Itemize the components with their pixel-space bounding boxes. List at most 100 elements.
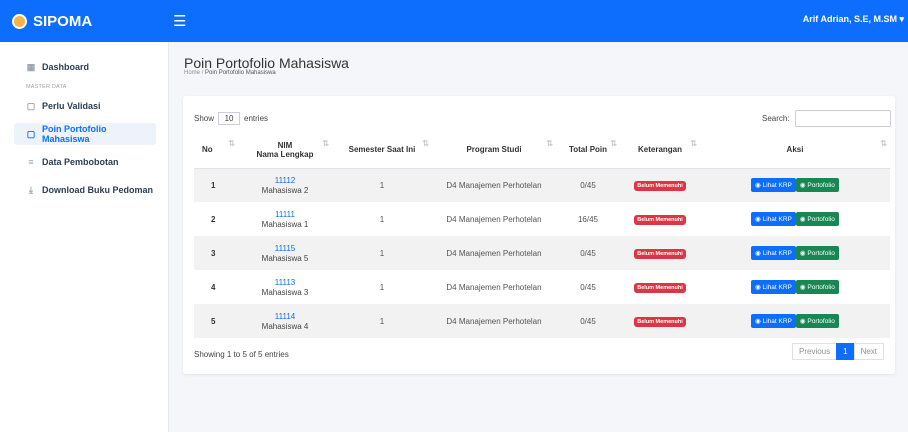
- sort-icon: ⇅: [546, 139, 553, 148]
- eye-icon: ◉: [755, 250, 763, 257]
- status-badge: Belum Memenuhi: [634, 180, 686, 191]
- cell-aksi: ◉ Lihat KRP ◉ Portofolio: [700, 236, 890, 270]
- entries-length-control: Show 10 entries: [194, 112, 268, 125]
- nim-link[interactable]: 11115: [238, 244, 332, 253]
- cell-semester: 1: [379, 282, 385, 292]
- cell-total: 0/45: [556, 168, 620, 202]
- sidebar-item-download-pedoman[interactable]: ⤓ Download Buku Pedoman: [14, 179, 156, 201]
- portofolio-button[interactable]: ◉ Portofolio: [795, 246, 839, 260]
- show-label: Show: [194, 114, 215, 123]
- next-button[interactable]: Next: [853, 343, 885, 360]
- nim-link[interactable]: 11112: [238, 176, 332, 185]
- sidebar-item-label: Perlu Validasi: [42, 101, 101, 111]
- sidebar-item-label: Poin Portofolio Mahasiswa: [41, 124, 107, 144]
- lihat-krp-button[interactable]: ◉ Lihat KRP: [751, 178, 796, 193]
- sidebar-item-data-pembobotan[interactable]: ≡ Data Pembobotan: [14, 151, 156, 173]
- cell-keterangan: Belum Memenuhi: [620, 236, 700, 270]
- col-header-prodi[interactable]: Program Studi ⇅: [432, 132, 556, 169]
- cell-nim-nama: 11115 Mahasiswa 5: [238, 236, 332, 270]
- portofolio-button[interactable]: ◉ Portofolio: [795, 314, 839, 328]
- cell-total: 0/45: [556, 304, 620, 338]
- cell-nim-nama: 11114 Mahasiswa 4: [238, 304, 332, 338]
- table-card: Show 10 entries Search: No ⇅ NIM Nama Leng…: [183, 96, 895, 374]
- col-header-no[interactable]: No ⇅: [194, 132, 238, 169]
- eye-icon: ◉: [755, 182, 763, 190]
- search-input[interactable]: [794, 110, 891, 127]
- eye-icon: ◉: [755, 318, 763, 325]
- main-content: Poin Portofolio Mahasiswa Home / Poin Po…: [169, 42, 908, 432]
- table-info: Showing 1 to 5 of 5 entries: [194, 350, 289, 359]
- portofolio-button[interactable]: ◉ Portofolio: [795, 212, 839, 226]
- status-badge: Belum Memenuhi: [634, 282, 686, 293]
- col-header-nama: Nama Lengkap: [256, 149, 314, 159]
- brand-logo-icon: [12, 13, 27, 29]
- sort-icon: ⇅: [322, 139, 329, 148]
- col-header-nim: NIM: [277, 140, 293, 150]
- cell-no: 4: [211, 282, 216, 292]
- nim-link[interactable]: 11111: [238, 210, 332, 219]
- status-badge: Belum Memenuhi: [634, 214, 686, 225]
- user-menu[interactable]: Arif Adrian, S.E, M.SM ▾: [803, 14, 904, 25]
- list-icon: ≡: [28, 157, 34, 167]
- cell-prodi: D4 Manajemen Perhotelan: [432, 168, 556, 202]
- cell-keterangan: Belum Memenuhi: [620, 270, 700, 304]
- portfolio-table: No ⇅ NIM Nama Lengkap ⇅ Semester Saat Ini ⇅ …: [194, 132, 890, 338]
- table-row: 1 11112 Mahasiswa 2 1 D4 Manajemen Perhot…: [194, 168, 890, 202]
- cell-total: 0/45: [556, 236, 620, 270]
- cell-aksi: ◉ Lihat KRP ◉ Portofolio: [700, 304, 890, 338]
- sidebar-item-perlu-validasi[interactable]: ▢ Perlu Validasi: [14, 95, 156, 117]
- col-header-aksi[interactable]: Aksi ⇅: [700, 132, 890, 169]
- cell-nim-nama: 11113 Mahasiswa 3: [238, 270, 332, 304]
- col-header-semester[interactable]: Semester Saat Ini ⇅: [332, 132, 432, 169]
- cell-semester: 1: [379, 214, 385, 224]
- col-header-keterangan[interactable]: Keterangan ⇅: [620, 132, 700, 169]
- nama-text: Mahasiswa 5: [261, 253, 309, 263]
- grid-icon: ▦: [26, 61, 36, 72]
- cell-no: 1: [194, 168, 238, 202]
- sort-icon: ⇅: [422, 139, 429, 148]
- sidebar-item-dashboard[interactable]: ▦ Dashboard: [14, 56, 156, 78]
- col-header-nim-nama[interactable]: NIM Nama Lengkap ⇅: [238, 132, 332, 169]
- table-row: 2 11111 Mahasiswa 1 1 D4 Manajemen Perhot…: [194, 202, 890, 236]
- cell-total: 0/45: [580, 282, 596, 292]
- breadcrumb: Home / Poin Portofolio Mahasiswa: [184, 70, 276, 76]
- sidebar-item-label: Data Pembobotan: [42, 157, 119, 167]
- cell-prodi: D4 Manajemen Perhotelan: [446, 282, 542, 292]
- lihat-krp-button[interactable]: ◉ Lihat KRP: [751, 246, 796, 260]
- menu-toggle-icon[interactable]: ☰: [173, 12, 186, 30]
- cell-no: 5: [194, 304, 238, 338]
- nama-text: Mahasiswa 2: [261, 185, 309, 195]
- download-icon: ⤓: [29, 184, 33, 195]
- eye-icon: ◉: [755, 216, 763, 223]
- pagination: Previous 1 Next: [792, 343, 885, 360]
- table-row: 5 11114 Mahasiswa 4 1 D4 Manajemen Perhot…: [194, 304, 890, 338]
- nama-text: Mahasiswa 4: [261, 321, 309, 331]
- cell-no: 2: [211, 214, 216, 224]
- previous-button[interactable]: Previous: [792, 343, 838, 360]
- cell-semester: 1: [332, 304, 432, 338]
- portofolio-button[interactable]: ◉ Portofolio: [795, 178, 839, 193]
- entries-label: entries: [244, 114, 269, 123]
- nim-link[interactable]: 11114: [238, 312, 332, 321]
- top-navbar: SIPOMA ☰ Arif Adrian, S.E, M.SM ▾: [0, 0, 908, 42]
- status-badge: Belum Memenuhi: [634, 248, 686, 259]
- cell-prodi: D4 Manajemen Perhotelan: [432, 236, 556, 270]
- table-row: 4 11113 Mahasiswa 3 1 D4 Manajemen Perhot…: [194, 270, 890, 304]
- entries-select[interactable]: 10: [218, 112, 241, 125]
- table-header-row: No ⇅ NIM Nama Lengkap ⇅ Semester Saat Ini ⇅ …: [194, 132, 890, 169]
- nim-link[interactable]: 11113: [238, 278, 332, 287]
- sidebar-item-label: Dashboard: [42, 62, 90, 72]
- portofolio-button[interactable]: ◉ Portofolio: [795, 280, 839, 294]
- page-1-button[interactable]: 1: [836, 343, 855, 360]
- col-header-total[interactable]: Total Poin ⇅: [556, 132, 620, 169]
- page-title: Poin Portofolio Mahasiswa: [184, 55, 349, 71]
- lihat-krp-button[interactable]: ◉ Lihat KRP: [751, 280, 796, 294]
- breadcrumb-home[interactable]: Home: [184, 70, 200, 76]
- lihat-krp-button[interactable]: ◉ Lihat KRP: [751, 212, 796, 226]
- sidebar-section-label: MASTER DATA: [26, 84, 67, 90]
- brand[interactable]: SIPOMA: [0, 0, 169, 42]
- sort-icon: ⇅: [228, 139, 235, 148]
- sidebar-item-poin-portofolio[interactable]: ▢ Poin Portofolio Mahasiswa: [14, 123, 156, 145]
- sort-icon: ⇅: [610, 139, 617, 148]
- lihat-krp-button[interactable]: ◉ Lihat KRP: [751, 314, 796, 328]
